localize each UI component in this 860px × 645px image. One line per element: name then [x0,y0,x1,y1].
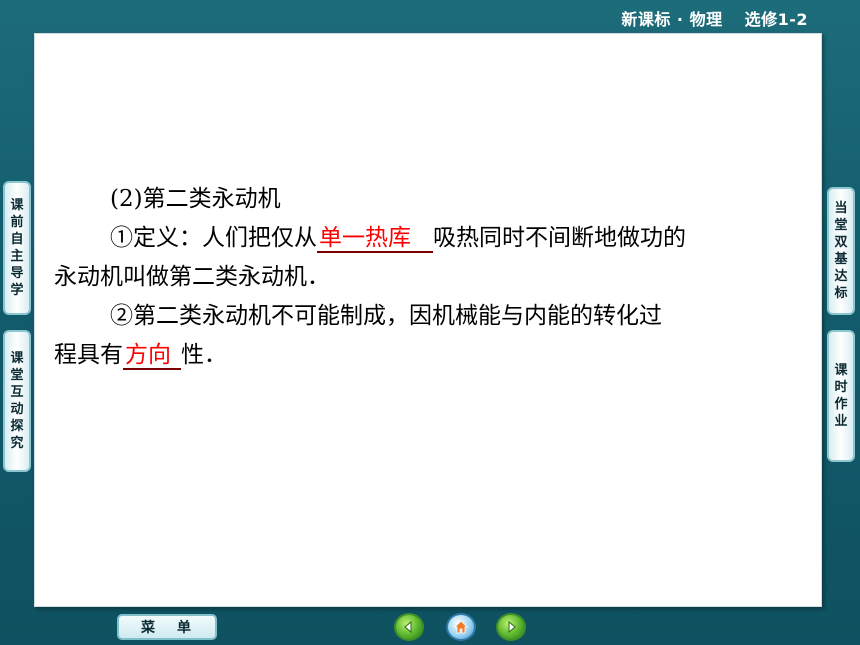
tab-label: 课堂互动探究 [10,351,24,451]
definition-prefix: ①定义：人们把仅从 [110,225,317,251]
tab-in-class-interaction[interactable]: 课堂互动探究 [3,330,31,472]
section-heading: (2)第二类永动机 [110,186,281,212]
definition-line-1: ①定义：人们把仅从单一热库 吸热同时不间断地做功的 [54,219,814,258]
tab-label: 课前自主导学 [10,198,24,298]
previous-icon[interactable] [394,613,424,641]
home-icon[interactable] [446,613,476,641]
tab-label: 当堂双基达标 [834,201,848,301]
tab-homework[interactable]: 课时作业 [827,330,855,462]
reason-line-2: 程具有方向 性． [54,336,814,375]
menu-button[interactable]: 菜单 [117,614,217,640]
tab-in-class-basics[interactable]: 当堂双基达标 [827,187,855,315]
lesson-text: (2)第二类永动机 ①定义：人们把仅从单一热库 吸热同时不间断地做功的 永动机叫做… [54,180,814,375]
reason-line-1: ②第二类永动机不可能制成，因机械能与内能的转化过 [110,303,662,329]
answer-blank-single-heat-reservoir: 单一热库 [317,225,433,253]
definition-line-2: 永动机叫做第二类永动机． [54,264,330,290]
header-title: 新课标 · 物理 选修1-2 [621,6,808,30]
tab-label: 课时作业 [834,363,848,429]
definition-suffix: 吸热同时不间断地做功的 [433,225,686,251]
tab-pre-class-self-study[interactable]: 课前自主导学 [3,181,31,315]
module-title: 选修1-2 [744,10,808,29]
answer-blank-direction: 方向 [123,342,181,370]
course-title: 新课标 · 物理 [621,10,723,29]
reason-suffix: 性． [181,342,227,368]
next-icon[interactable] [496,613,526,641]
reason-prefix: 程具有 [54,342,123,368]
bottom-bar: 菜单 [0,608,860,645]
